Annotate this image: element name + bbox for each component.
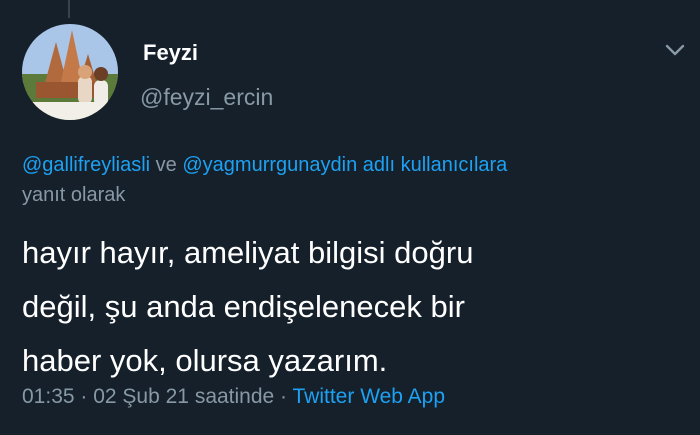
thread-connector-line bbox=[68, 0, 70, 18]
tweet-date[interactable]: 02 Şub 21 saatinde bbox=[93, 385, 274, 408]
chevron-down-icon[interactable] bbox=[662, 40, 688, 60]
tweet-metadata: 01:35 · 02 Şub 21 saatinde · Twitter Web… bbox=[22, 385, 445, 409]
avatar[interactable] bbox=[22, 24, 118, 120]
mention-link-gallifreyliasli[interactable]: @gallifreyliasli bbox=[22, 154, 150, 176]
mention-link-yagmurrgunaydin[interactable]: @yagmurrgunaydin bbox=[182, 154, 357, 176]
reply-suffix: adlı kullanıcılara bbox=[357, 154, 508, 176]
meta-separator: · bbox=[74, 385, 94, 408]
tweet-text: hayır hayır, ameliyat bilgisi doğru deği… bbox=[22, 226, 682, 388]
tweet-text-line: haber yok, olursa yazarım. bbox=[22, 343, 388, 378]
reply-connector: ve bbox=[150, 154, 183, 176]
tweet-text-line: değil, şu anda endişelenecek bir bbox=[22, 289, 465, 324]
author-display-name[interactable]: Feyzi bbox=[143, 40, 198, 66]
author-handle[interactable]: @feyzi_ercin bbox=[140, 84, 273, 111]
tweet-text-line: hayır hayır, ameliyat bilgisi doğru bbox=[22, 235, 474, 270]
meta-separator: · bbox=[274, 385, 293, 408]
tweet-source-link[interactable]: Twitter Web App bbox=[293, 385, 446, 408]
profile-photo-icon bbox=[22, 24, 118, 120]
tweet-time[interactable]: 01:35 bbox=[22, 385, 75, 408]
reply-context-label: yanıt olarak bbox=[22, 184, 126, 206]
reply-context: @gallifreyliasli ve @yagmurrgunaydin adl… bbox=[22, 150, 682, 210]
